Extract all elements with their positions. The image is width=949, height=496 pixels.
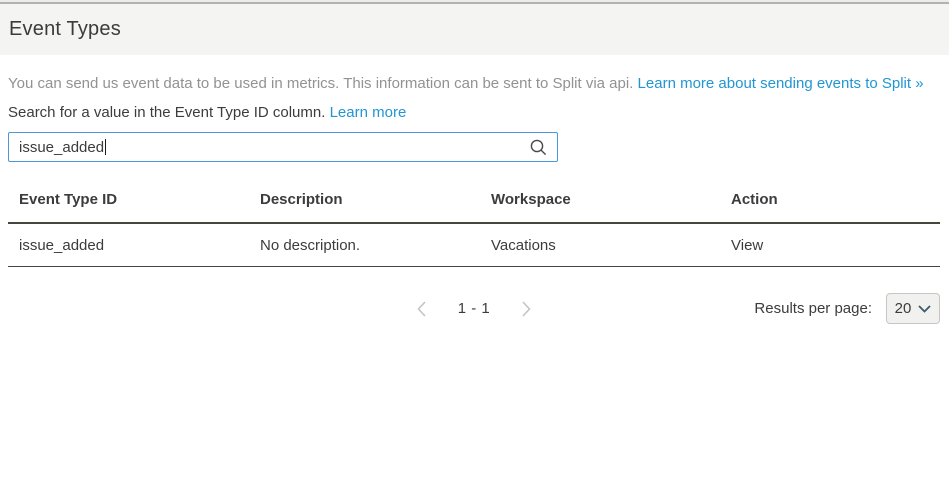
- column-header-description: Description: [249, 191, 480, 223]
- intro-text: You can send us event data to be used in…: [8, 75, 633, 92]
- view-action-link[interactable]: View: [720, 223, 940, 267]
- event-types-table: Event Type ID Description Workspace Acti…: [8, 191, 940, 267]
- previous-page-button[interactable]: [415, 301, 428, 317]
- column-header-event-type-id: Event Type ID: [8, 191, 249, 223]
- chevron-left-icon: [417, 301, 426, 317]
- cell-event-type-id: issue_added: [8, 223, 249, 267]
- pagination-bar: 1 - 1 Results per page: 20: [8, 293, 940, 324]
- search-hint-text: Search for a value in the Event Type ID …: [8, 104, 325, 121]
- page-range: 1 - 1: [458, 300, 491, 317]
- main-content: You can send us event data to be used in…: [0, 75, 949, 324]
- search-hint-paragraph: Search for a value in the Event Type ID …: [8, 104, 940, 121]
- cell-description: No description.: [249, 223, 480, 267]
- chevron-right-icon: [522, 301, 531, 317]
- learn-more-link[interactable]: Learn more: [330, 104, 407, 121]
- page-title: Event Types: [9, 18, 121, 41]
- text-cursor: [105, 139, 106, 155]
- table-header-row: Event Type ID Description Workspace Acti…: [8, 191, 940, 223]
- column-header-workspace: Workspace: [480, 191, 720, 223]
- results-per-page: Results per page: 20: [754, 293, 940, 324]
- next-page-button[interactable]: [520, 301, 533, 317]
- results-per-page-select[interactable]: 20: [886, 293, 940, 324]
- chevron-down-icon: [918, 305, 931, 313]
- table-row: issue_added No description. Vacations Vi…: [8, 223, 940, 267]
- cell-workspace: Vacations: [480, 223, 720, 267]
- learn-more-sending-events-link[interactable]: Learn more about sending events to Split…: [638, 75, 924, 92]
- search-input[interactable]: issue_added: [8, 132, 558, 162]
- results-per-page-label: Results per page:: [754, 300, 872, 317]
- search-icon[interactable]: [529, 138, 548, 157]
- search-input-value: issue_added: [19, 139, 104, 156]
- page-header: Event Types: [0, 4, 949, 55]
- results-per-page-value: 20: [895, 300, 912, 317]
- column-header-action: Action: [720, 191, 940, 223]
- intro-paragraph: You can send us event data to be used in…: [8, 75, 940, 92]
